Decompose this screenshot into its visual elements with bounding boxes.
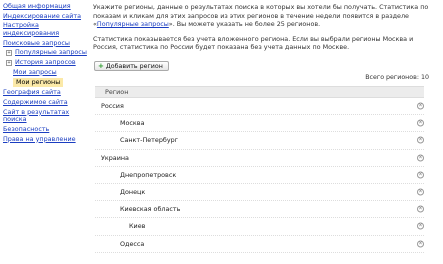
sidebar-item-my-regions: Мои регионы <box>13 78 64 88</box>
sidebar-item-popular: + Популярные запросы <box>6 48 89 56</box>
region-name: Одесса <box>120 239 145 248</box>
sidebar-item-content[interactable]: Содержимое сайта <box>3 98 89 106</box>
region-name: Украина <box>101 153 129 162</box>
delete-region-icon[interactable]: × <box>417 154 424 162</box>
sidebar-item-site-in-results[interactable]: Сайт в результатах поиска <box>3 108 73 124</box>
add-region-button[interactable]: + Добавить регион <box>94 61 169 71</box>
sidebar-item-general[interactable]: Общая информация <box>3 2 89 10</box>
sidebar: Общая информация Индексирование сайта На… <box>3 2 89 145</box>
intro-text-end: ». Вы можете указать не более 25 регионо… <box>168 20 321 29</box>
delete-region-icon[interactable]: × <box>417 222 424 230</box>
intro-text: Укажите регионы, данные о результатах по… <box>93 3 431 29</box>
expand-icon[interactable]: + <box>6 59 12 66</box>
table-row: Киев × <box>95 218 424 236</box>
table-row: Киевская область × <box>95 201 424 219</box>
delete-region-icon[interactable]: × <box>417 240 424 248</box>
region-name: Москва <box>120 119 145 128</box>
region-name: Киевская область <box>120 205 181 214</box>
delete-region-icon[interactable]: × <box>417 136 424 144</box>
note-text: Статистика показывается без учета вложен… <box>93 34 414 52</box>
delete-region-icon[interactable]: × <box>417 188 424 196</box>
sidebar-item-my-queries[interactable]: Мои запросы <box>13 68 89 76</box>
sidebar-item-geo[interactable]: География сайта <box>3 88 89 96</box>
add-region-label: Добавить регион <box>105 62 163 70</box>
main-content: Укажите регионы, данные о результатах по… <box>93 3 431 52</box>
delete-region-icon[interactable]: × <box>417 102 424 110</box>
sidebar-item-search-queries[interactable]: Поисковые запросы <box>3 39 89 47</box>
sidebar-item-rights[interactable]: Права на управление <box>3 135 89 143</box>
sidebar-item-indexing-settings[interactable]: Настройка индексирования <box>3 22 63 37</box>
sidebar-item-history: + История запросов <box>6 58 89 66</box>
region-name: Днепропетровск <box>120 170 177 179</box>
region-name: Киев <box>129 222 146 231</box>
table-row: Москва × <box>95 115 424 133</box>
table-row: Санкт-Петербург × <box>95 132 424 150</box>
column-region: Регион <box>105 88 129 96</box>
sidebar-item-security[interactable]: Безопасность <box>3 125 89 133</box>
region-name: Санкт-Петербург <box>120 136 179 145</box>
plus-icon: + <box>98 62 104 70</box>
table-row: Россия × <box>95 98 424 116</box>
region-name: Россия <box>101 102 124 111</box>
sidebar-item-history-link[interactable]: История запросов <box>15 58 76 66</box>
table-row: Донецк × <box>95 184 424 202</box>
total-regions: Всего регионов: 10 <box>365 74 429 81</box>
delete-region-icon[interactable]: × <box>417 205 424 213</box>
table-row: Одесса × <box>95 236 424 253</box>
delete-region-icon[interactable]: × <box>417 119 424 127</box>
sidebar-item-popular-link[interactable]: Популярные запросы <box>15 48 87 56</box>
table-row: Днепропетровск × <box>95 167 424 184</box>
table-header: Регион <box>95 86 424 98</box>
region-name: Донецк <box>120 188 146 197</box>
sidebar-item-indexing[interactable]: Индексирование сайта <box>3 12 89 20</box>
expand-icon[interactable]: + <box>6 49 12 56</box>
delete-region-icon[interactable]: × <box>417 171 424 179</box>
table-row: Украина × <box>95 150 424 167</box>
regions-table: Россия × Москва × Санкт-Петербург × Украина × Дн… <box>95 98 424 253</box>
popular-queries-link[interactable]: Популярные запросы <box>97 20 169 28</box>
